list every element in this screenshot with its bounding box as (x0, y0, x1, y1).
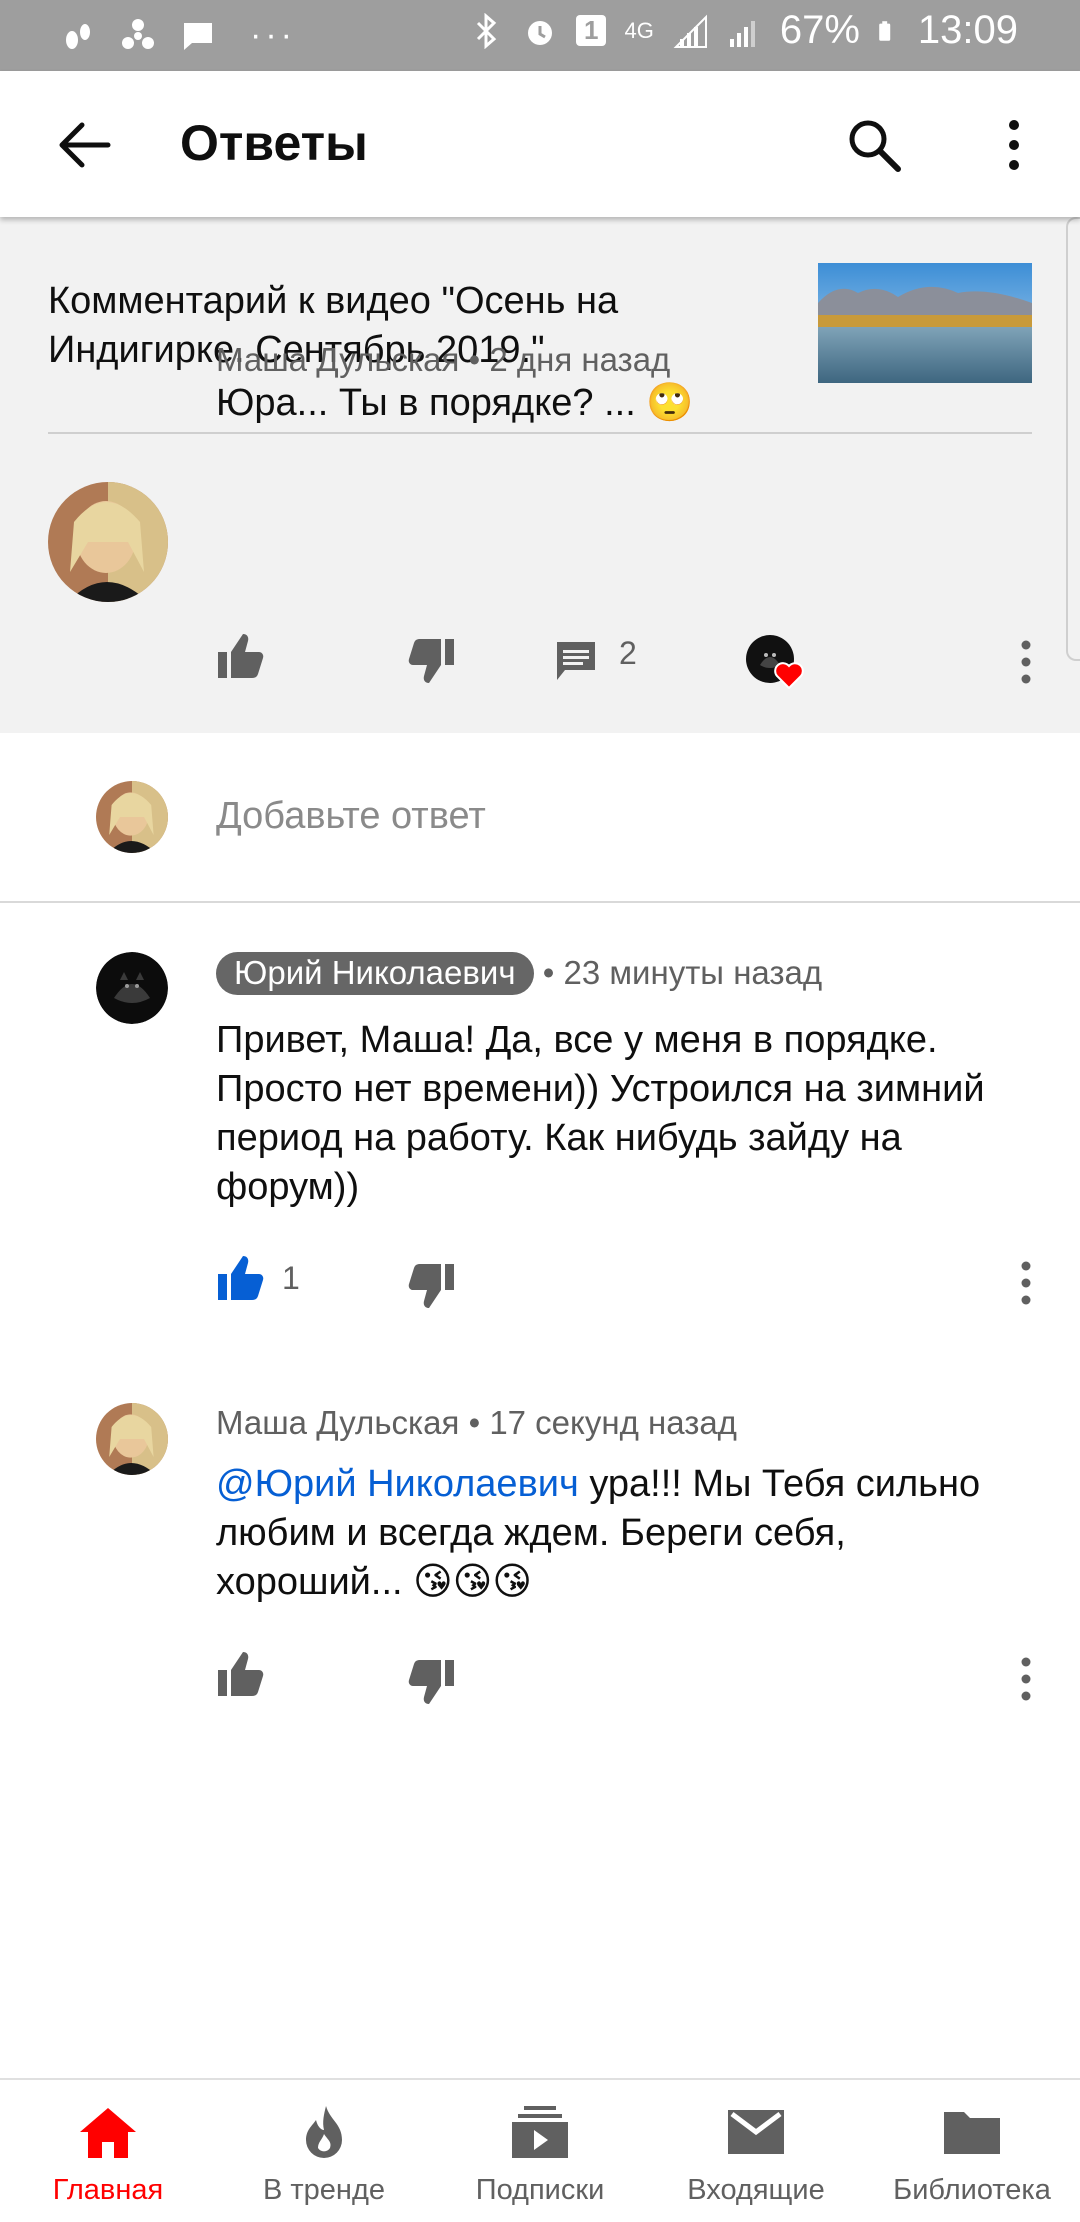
app-bar: Ответы (0, 71, 1080, 217)
dislike-icon[interactable] (408, 637, 456, 685)
nav-library-label: Библиотека (893, 2174, 1051, 2206)
reply-icon[interactable] (555, 640, 597, 682)
status-system: 1 4G 67% 13:09 (468, 8, 1018, 53)
reply-count: 2 (619, 635, 637, 671)
comment-author[interactable]: Маша Дульская (216, 1404, 459, 1441)
sim-badge: 1 (576, 15, 607, 46)
steps-icon (66, 23, 90, 49)
comment-time: 17 секунд назад (489, 1404, 737, 1441)
like-icon[interactable] (216, 1650, 264, 1698)
search-icon[interactable] (844, 115, 904, 175)
mention-link[interactable]: @Юрий Николаевич (216, 1463, 579, 1505)
nav-inbox-label: Входящие (687, 2174, 825, 2206)
video-thumbnail[interactable] (818, 263, 1032, 383)
battery-percent: 67% (779, 8, 860, 52)
my-avatar (96, 781, 168, 853)
comment-more-icon[interactable] (1016, 637, 1036, 687)
nav-library[interactable]: Библиотека (864, 2080, 1080, 2222)
like-icon[interactable] (216, 632, 264, 680)
comment-text: Юра... Ты в порядке? ... 🙄 (216, 382, 694, 424)
heart-icon (774, 662, 804, 689)
subscriptions-icon (512, 2106, 568, 2158)
comment-author-badge[interactable]: Юрий Николаевич (216, 952, 534, 995)
meta-separator: • (542, 954, 564, 991)
comment-text: @Юрий Николаевич ура!!! Мы Тебя сильно л… (216, 1460, 996, 1607)
creator-heart (746, 635, 810, 695)
like-icon-active[interactable] (216, 1254, 264, 1302)
message-icon (184, 22, 212, 50)
network-type: 4G (624, 17, 654, 43)
meta-separator: • (468, 341, 490, 378)
more-vert-icon[interactable] (994, 115, 1034, 175)
nav-home-label: Главная (52, 2174, 164, 2206)
home-icon (80, 2108, 136, 2158)
mail-icon (728, 2110, 784, 2154)
nav-trending-label: В тренде (262, 2174, 385, 2206)
add-reply-bar[interactable]: Добавьте ответ (0, 733, 1080, 903)
status-bar: ··· 1 4G 67% 13:09 (0, 0, 1080, 71)
dislike-icon[interactable] (408, 1658, 456, 1706)
avatar[interactable] (96, 952, 168, 1024)
avatar[interactable] (48, 482, 168, 602)
alarm-icon (528, 20, 552, 45)
header-divider (48, 432, 1032, 434)
nav-subscriptions[interactable]: Подписки (432, 2080, 648, 2222)
comment-more-icon[interactable] (1016, 1258, 1036, 1308)
like-count: 1 (282, 1260, 300, 1296)
scrollbar[interactable] (1066, 217, 1080, 661)
flame-icon (306, 2106, 342, 2158)
nav-home[interactable]: Главная (0, 2080, 216, 2222)
comment-meta: Маша Дульская • 2 дня назад (216, 341, 670, 379)
meta-separator: • (468, 1404, 490, 1441)
dislike-icon[interactable] (408, 1262, 456, 1310)
bluetooth-icon (476, 12, 497, 49)
signal-icon (673, 14, 707, 48)
comment-time: 2 дня назад (489, 341, 671, 378)
back-arrow-icon[interactable] (54, 117, 114, 173)
comment-more-icon[interactable] (1016, 1654, 1036, 1704)
folder-icon (944, 2112, 1000, 2154)
page-title: Ответы (180, 115, 368, 171)
more-notifications-icon: ··· (250, 16, 296, 54)
nav-trending[interactable]: В тренде (216, 2080, 432, 2222)
bottom-navigation: Главная В тренде Подписки Входящие Библи… (0, 2078, 1080, 2222)
signal-2-icon (729, 20, 755, 47)
clock: 13:09 (917, 8, 1018, 52)
reply-input-placeholder[interactable]: Добавьте ответ (216, 795, 486, 838)
fan-icon (122, 18, 154, 49)
comment-meta: Юрий Николаевич • 23 минуты назад (216, 952, 823, 995)
parent-comment-section: Комментарий к видео "Осень на Индигирке.… (0, 217, 1080, 733)
battery-icon (879, 20, 891, 41)
comment-time: 23 минуты назад (563, 954, 823, 991)
comment-text: Привет, Маша! Да, все у меня в порядке. … (216, 1019, 985, 1208)
nav-subscriptions-label: Подписки (475, 2174, 605, 2206)
comment-author[interactable]: Маша Дульская (216, 341, 459, 378)
status-notifications: ··· (60, 16, 296, 55)
avatar[interactable] (96, 1403, 168, 1475)
nav-inbox[interactable]: Входящие (648, 2080, 864, 2222)
comment-meta: Маша Дульская • 17 секунд назад (216, 1404, 737, 1442)
